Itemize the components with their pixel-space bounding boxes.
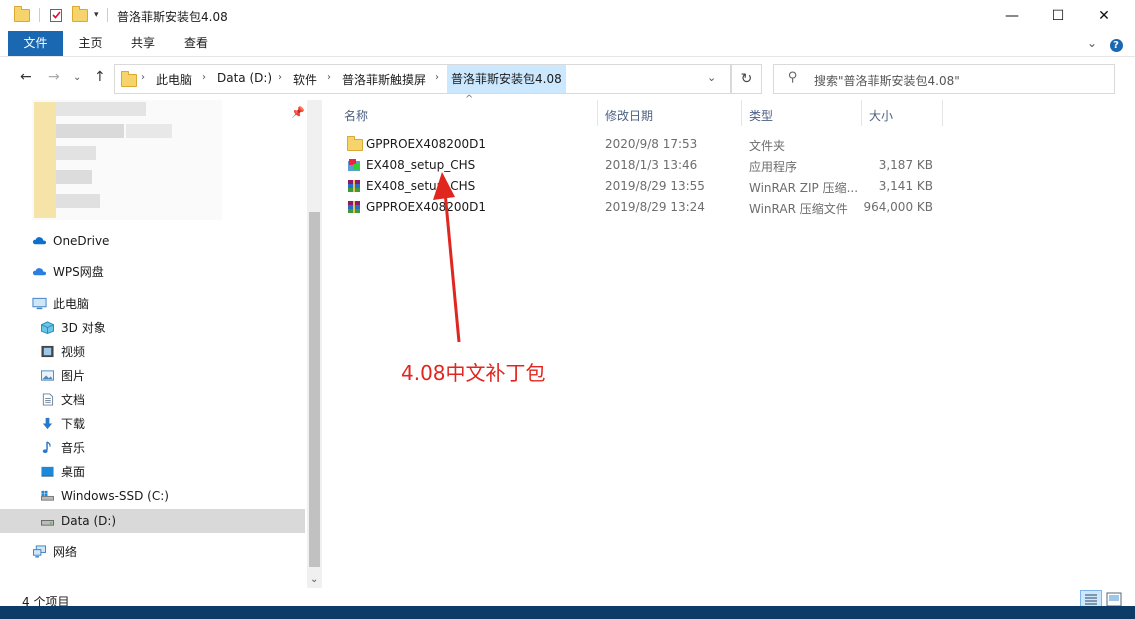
column-header-name[interactable]: 名称: [344, 107, 368, 124]
breadcrumb-this-pc[interactable]: 此电脑: [156, 71, 192, 88]
download-icon: [42, 417, 53, 430]
large-icons-view-icon[interactable]: [1106, 592, 1122, 607]
folder-icon: [347, 136, 363, 151]
drive-icon: [41, 490, 54, 501]
close-button[interactable]: ✕: [1081, 0, 1127, 31]
blurred-quick-access: [32, 100, 222, 220]
breadcrumb-software[interactable]: 软件: [293, 71, 317, 88]
breadcrumb-separator[interactable]: ›: [141, 72, 145, 83]
cloud-icon: [32, 237, 47, 245]
wps-cloud-icon: [32, 268, 47, 276]
sidebar-item-videos[interactable]: 视频: [0, 340, 305, 364]
breadcrumb-data-drive[interactable]: Data (D:): [217, 71, 272, 85]
cube-icon: [41, 321, 54, 334]
annotation-text: 4.08中文补丁包: [401, 361, 546, 385]
folder-icon: [14, 5, 30, 22]
drive-icon: [41, 520, 54, 526]
back-button[interactable]: ←: [20, 69, 32, 85]
column-header-type[interactable]: 类型: [749, 107, 773, 124]
pin-icon[interactable]: 📌: [291, 106, 305, 119]
tab-view[interactable]: 查看: [173, 31, 219, 56]
sidebar-item-documents[interactable]: 文档: [0, 388, 305, 412]
table-row[interactable]: GPPROEX408200D1 2020/9/8 17:53 文件夹: [338, 134, 948, 155]
picture-icon: [41, 370, 54, 381]
title-bar: ▾ 普洛菲斯安装包4.08 — ☐ ✕: [0, 0, 1135, 31]
breadcrumb-separator[interactable]: ›: [435, 72, 439, 83]
breadcrumb-proface-touchscreen[interactable]: 普洛菲斯触摸屏: [342, 71, 426, 88]
music-icon: [42, 441, 51, 454]
scroll-down-button[interactable]: ⌄: [310, 574, 318, 585]
explorer-window: ▾ 普洛菲斯安装包4.08 — ☐ ✕ 文件 主页 共享 查看 ⌄ ? ← → …: [0, 0, 1135, 612]
column-divider[interactable]: [942, 100, 943, 126]
desktop-icon: [41, 466, 54, 477]
tab-share[interactable]: 共享: [120, 31, 166, 56]
expand-ribbon-icon[interactable]: ⌄: [1082, 31, 1102, 56]
window-title: 普洛菲斯安装包4.08: [117, 10, 228, 24]
computer-icon: [32, 297, 47, 310]
help-icon[interactable]: ?: [1106, 32, 1126, 57]
search-input[interactable]: ⚲ 搜索"普洛菲斯安装包4.08": [773, 64, 1115, 94]
taskbar-strip: [0, 606, 1135, 619]
folder-icon: [121, 71, 137, 87]
network-icon: [33, 545, 46, 558]
up-button[interactable]: ↑: [94, 69, 106, 85]
maximize-button[interactable]: ☐: [1035, 0, 1081, 31]
sidebar-item-data-drive[interactable]: Data (D:): [0, 509, 305, 533]
search-icon: ⚲: [788, 70, 798, 85]
sidebar-item-this-pc[interactable]: 此电脑: [0, 292, 305, 316]
sidebar-item-3d-objects[interactable]: 3D 对象: [0, 316, 305, 340]
breadcrumb-separator[interactable]: ›: [202, 72, 206, 83]
installer-icon: [348, 159, 360, 171]
winrar-icon: [348, 180, 360, 192]
sidebar-item-network[interactable]: 网络: [0, 540, 305, 564]
tab-file[interactable]: 文件: [8, 31, 63, 56]
document-icon: [42, 393, 54, 406]
minimize-button[interactable]: —: [989, 0, 1035, 31]
customize-quick-access-icon[interactable]: ▾: [94, 10, 99, 20]
sidebar-item-windows-ssd[interactable]: Windows-SSD (C:): [0, 484, 305, 508]
search-placeholder: 搜索"普洛菲斯安装包4.08": [814, 74, 960, 88]
sidebar-item-wps-cloud[interactable]: WPS网盘: [0, 260, 305, 284]
column-divider[interactable]: [861, 100, 862, 126]
address-dropdown-button[interactable]: ⌄: [707, 71, 716, 84]
sidebar-item-desktop[interactable]: 桌面: [0, 460, 305, 484]
winrar-icon: [348, 201, 360, 213]
column-divider[interactable]: [741, 100, 742, 126]
sidebar-item-downloads[interactable]: 下载: [0, 412, 305, 436]
sidebar-item-onedrive[interactable]: OneDrive: [0, 229, 305, 253]
sort-indicator-icon: ^: [465, 94, 474, 105]
navigation-pane: 📌 OneDrive WPS网盘 此电脑 3D 对象 视频 图片 文档 下载 音…: [0, 100, 322, 588]
breadcrumb-current-folder[interactable]: 普洛菲斯安装包4.08: [447, 65, 566, 93]
address-bar-row: ← → ⌄ ↑ › 此电脑 › Data (D:) › 软件 › 普洛菲斯触摸屏…: [0, 57, 1135, 99]
quick-access-toolbar: ▾: [14, 5, 108, 23]
breadcrumb-separator[interactable]: ›: [327, 72, 331, 83]
new-folder-icon[interactable]: [72, 5, 88, 22]
sidebar-item-music[interactable]: 音乐: [0, 436, 305, 460]
video-icon: [41, 345, 54, 358]
scrollbar-thumb[interactable]: [309, 212, 320, 567]
address-bar[interactable]: › 此电脑 › Data (D:) › 软件 › 普洛菲斯触摸屏 › 普洛菲斯安…: [114, 64, 731, 94]
breadcrumb-separator[interactable]: ›: [278, 72, 282, 83]
refresh-button[interactable]: ↻: [731, 64, 762, 94]
properties-icon[interactable]: [49, 8, 64, 23]
navigation-scrollbar[interactable]: ⌄: [307, 100, 322, 588]
column-header-date[interactable]: 修改日期: [605, 107, 653, 124]
forward-button[interactable]: →: [48, 69, 60, 85]
tab-home[interactable]: 主页: [68, 31, 113, 56]
ribbon: 文件 主页 共享 查看 ⌄ ?: [0, 31, 1135, 57]
column-header-size[interactable]: 大小: [869, 107, 893, 124]
column-divider[interactable]: [597, 100, 598, 126]
annotation-arrow: [433, 172, 461, 343]
sidebar-item-pictures[interactable]: 图片: [0, 364, 305, 388]
recent-locations-button[interactable]: ⌄: [73, 72, 81, 83]
